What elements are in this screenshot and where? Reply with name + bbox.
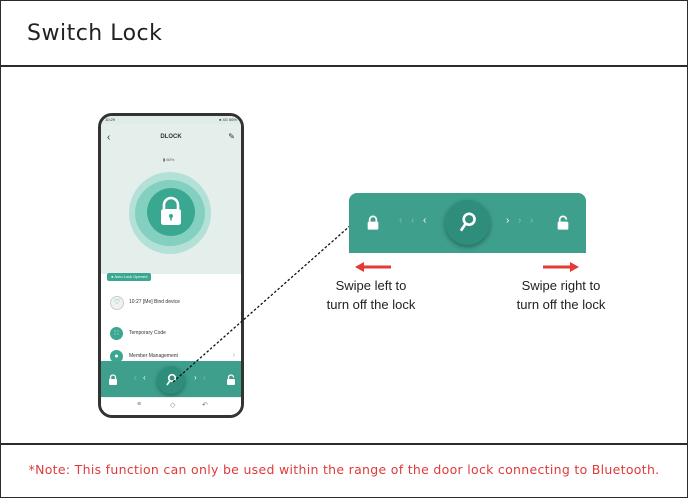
lock-icon <box>367 215 379 230</box>
key-icon <box>459 212 476 232</box>
slide-frame: Switch Lock 10:29 ● 4G 56% ‹ DLOCK ✎ ▮ 6… <box>0 0 688 498</box>
footer: *Note: This function can only be used wi… <box>1 443 687 499</box>
chevron-right-icon: › <box>518 215 522 226</box>
caption-swipe-right: Swipe right to turn off the lock <box>507 276 615 314</box>
caption-swipe-left: Swipe left to turn off the lock <box>319 276 423 314</box>
swipe-bar-zoomed[interactable]: ‹ ‹ ‹ › › › <box>349 193 586 253</box>
unlock-icon <box>557 215 569 230</box>
right-arrow-icon <box>543 262 579 272</box>
left-arrow-icon <box>355 262 391 272</box>
chevron-right-icon: › <box>506 215 510 226</box>
chevron-right-icon: › <box>530 215 534 226</box>
caption-line: turn off the lock <box>516 297 606 312</box>
bluetooth-note: *Note: This function can only be used wi… <box>28 462 660 477</box>
caption-line: Swipe right to <box>521 278 601 293</box>
chevron-left-icon: ‹ <box>399 215 403 226</box>
caption-line: Swipe left to <box>335 278 407 293</box>
chevron-left-icon: ‹ <box>411 215 415 226</box>
chevron-left-icon: ‹ <box>423 215 427 226</box>
caption-line: turn off the lock <box>326 297 416 312</box>
